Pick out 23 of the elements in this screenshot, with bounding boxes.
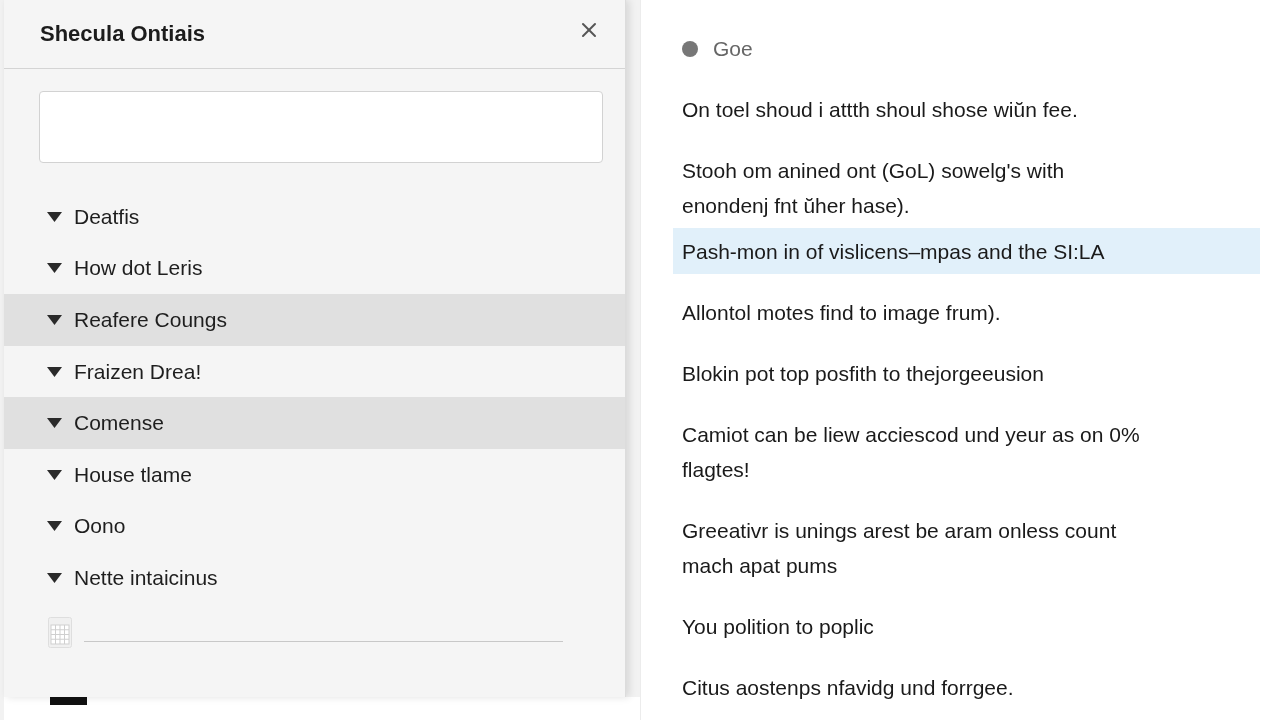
list-item[interactable]: Fraizen Drea! [4, 345, 625, 398]
panel-title: Shecula Ontiais [40, 21, 206, 47]
list-item[interactable]: Nette intaicinus [4, 552, 625, 604]
list-item[interactable]: House tlame [4, 448, 625, 501]
paragraph: Allontol motes find to image frum). [681, 299, 1002, 326]
search-field[interactable] [39, 91, 603, 163]
paragraph: Stooh om anined ont (GoL) sowelg's with enondenj fnt ŭher hase). [681, 157, 1066, 219]
paragraph: Pash-mon in of vislicens–mpas and the SI:LA [673, 228, 1260, 274]
paragraph: Blokin pot top posfith to thejorgeeusion [681, 360, 1045, 387]
list-item[interactable]: Deatfis [4, 191, 625, 243]
thumbnail-block [50, 697, 87, 705]
list-item[interactable]: Oono [4, 500, 625, 553]
list-item[interactable]: How dot Leris [4, 242, 625, 295]
paragraph: On toel shoud i attth shoul shose wiŭn fee. [681, 96, 1079, 123]
paragraph: Greeativr is unings arest be aram onless count mach apat pums [681, 517, 1118, 579]
grid-icon [48, 616, 72, 648]
status-label: Goe [713, 37, 753, 61]
paragraph: Citus aostenps nfavidg und forrgee. [681, 674, 1015, 701]
status-dot [682, 41, 698, 57]
paragraph: Camiot can be liew acciescod und yeur as on 0% flagtes! [681, 421, 1141, 483]
list-item[interactable]: Reafere Coungs [4, 294, 625, 346]
paragraph: You polition to poplic [681, 613, 875, 640]
list-item[interactable]: Comense [4, 397, 625, 449]
